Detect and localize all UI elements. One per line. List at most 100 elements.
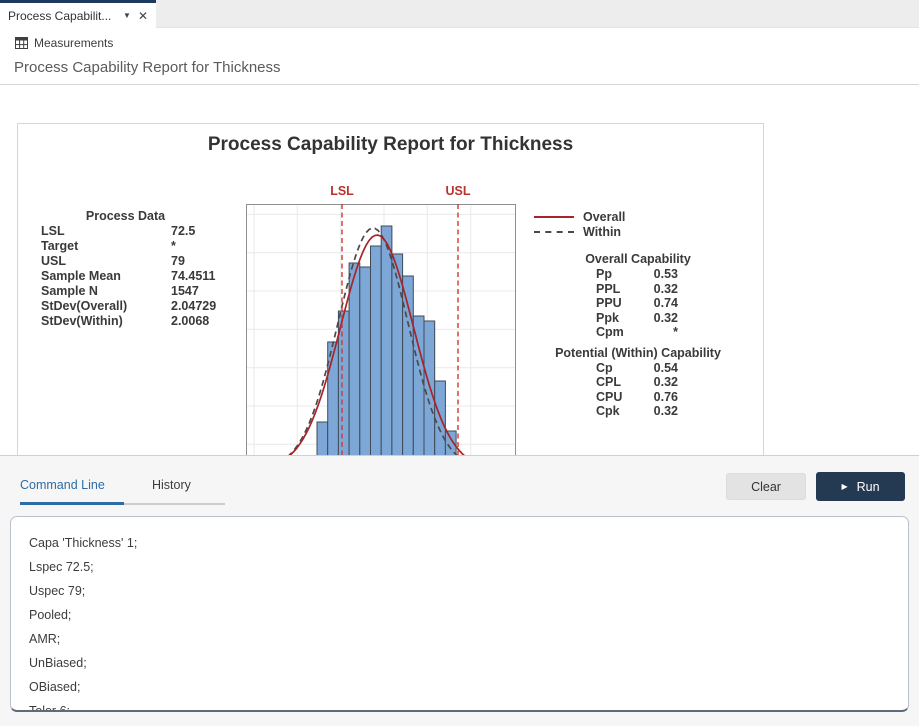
histogram-bar xyxy=(381,226,392,455)
overall-capability-header: Overall Capability xyxy=(518,252,758,267)
command-line-text: Capa 'Thickness' 1; xyxy=(29,531,908,555)
command-line-text: AMR; xyxy=(29,627,908,651)
tab-history[interactable]: History xyxy=(152,478,191,492)
within-capability-rows: Cp 0.54CPL0.32CPU 0.76 Cpk 0.32 xyxy=(518,361,758,419)
overall-capability-rows: Pp 0.53 PPL 0.32 PPU 0.74 Ppk 0.32 Cpm * xyxy=(518,267,758,340)
process-data-value: * xyxy=(171,239,176,254)
tab-underline-track xyxy=(124,503,225,505)
output-tab[interactable]: Process Capabilit... ▼ ✕ xyxy=(0,0,156,28)
process-data-row: LSL72.5 xyxy=(18,224,233,239)
process-data-value: 2.0068 xyxy=(171,314,209,329)
capability-row: PPU 0.74 xyxy=(518,296,758,311)
legend-item: Within xyxy=(534,224,625,239)
play-icon: ▶ xyxy=(841,483,847,491)
process-data-row: USL79 xyxy=(18,254,233,269)
process-data-label: StDev(Within) xyxy=(41,314,171,329)
command-line-text: Toler 6; xyxy=(29,699,908,712)
legend-label: Overall xyxy=(583,210,625,224)
process-data-label: Sample Mean xyxy=(41,269,171,284)
capability-stat-label: Cpm xyxy=(596,325,624,340)
histogram-bar xyxy=(413,316,424,455)
histogram-bar xyxy=(338,311,349,455)
capability-stats-panel: Overall Capability Pp0.53PPL0.32PPU0.74P… xyxy=(518,252,758,419)
capability-row: CPL0.32 xyxy=(518,375,758,390)
process-data-header: Process Data xyxy=(18,209,233,224)
chart-legend: OverallWithin xyxy=(534,209,625,239)
legend-item: Overall xyxy=(534,209,625,224)
dataset-label: Measurements xyxy=(34,36,113,50)
process-data-rows: LSL72.5Target*USL79Sample Mean74.4511Sam… xyxy=(18,224,233,329)
capability-row: PPL 0.32 xyxy=(518,282,758,297)
chevron-down-icon[interactable]: ▼ xyxy=(123,12,131,20)
command-line-text: Uspec 79; xyxy=(29,579,908,603)
command-lines: Capa 'Thickness' 1;Lspec 72.5;Uspec 79;P… xyxy=(29,531,908,712)
command-editor[interactable]: Capa 'Thickness' 1;Lspec 72.5;Uspec 79;P… xyxy=(10,516,909,712)
close-icon[interactable]: ✕ xyxy=(138,10,148,22)
process-data-label: LSL xyxy=(41,224,171,239)
capability-stat-label: Ppk xyxy=(596,311,619,326)
table-grid-icon xyxy=(15,37,28,49)
capability-stat-label: CPL xyxy=(596,375,621,390)
legend-items: OverallWithin xyxy=(534,209,625,239)
process-data-value: 74.4511 xyxy=(171,269,216,284)
process-data-label: Target xyxy=(41,239,171,254)
capability-row: Cpm * xyxy=(518,325,758,340)
command-line-text: OBiased; xyxy=(29,675,908,699)
histogram-bar xyxy=(360,267,371,455)
capability-row: Pp 0.53 xyxy=(518,267,758,282)
output-tab-title: Process Capabilit... xyxy=(8,9,116,23)
legend-line-sample-within xyxy=(534,231,574,233)
command-line-text: Lspec 72.5; xyxy=(29,555,908,579)
process-data-label: Sample N xyxy=(41,284,171,299)
process-data-row: Sample N1547 xyxy=(18,284,233,299)
run-button-label: Run xyxy=(857,480,880,494)
process-data-value: 72.5 xyxy=(171,224,195,239)
capability-stat-label: PPL xyxy=(596,282,620,297)
process-data-row: StDev(Overall)2.04729 xyxy=(18,299,233,314)
capability-stat-value: 0.53 xyxy=(636,267,678,282)
command-line-text: Pooled; xyxy=(29,603,908,627)
capability-graph-card[interactable]: Process Capability Report for Thickness … xyxy=(17,123,764,455)
capability-stat-value: 0.32 xyxy=(636,404,678,419)
clear-button[interactable]: Clear xyxy=(726,473,806,500)
capability-stat-label: CPU xyxy=(596,390,622,405)
histogram-bar xyxy=(328,342,339,455)
capability-stat-label: Pp xyxy=(596,267,612,282)
capability-row: Cpk 0.32 xyxy=(518,404,758,419)
tab-bar: Process Capabilit... ▼ ✕ xyxy=(0,0,919,28)
command-line-text: UnBiased; xyxy=(29,651,908,675)
chart-title: Process Capability Report for Thickness xyxy=(18,134,763,156)
histogram-bar xyxy=(349,263,360,455)
process-data-row: Sample Mean74.4511 xyxy=(18,269,233,284)
process-data-panel: Process Data LSL72.5Target*USL79Sample M… xyxy=(18,209,233,329)
active-tab-underline xyxy=(20,502,124,505)
capability-stat-value: * xyxy=(636,325,678,340)
process-data-label: StDev(Overall) xyxy=(41,299,171,314)
capability-stat-label: Cp xyxy=(596,361,613,376)
capability-row: CPU 0.76 xyxy=(518,390,758,405)
capability-stat-value: 0.76 xyxy=(636,390,678,405)
capability-stat-value: 0.32 xyxy=(636,282,678,297)
capability-stat-value: 0.32 xyxy=(636,311,678,326)
histogram-bar xyxy=(317,422,328,455)
histogram-bar xyxy=(371,246,382,455)
histogram-plot[interactable] xyxy=(246,204,516,455)
capability-stat-label: PPU xyxy=(596,296,622,311)
capability-stat-value: 0.74 xyxy=(636,296,678,311)
tab-command-line[interactable]: Command Line xyxy=(20,478,105,492)
legend-label: Within xyxy=(583,225,621,239)
histogram-bar xyxy=(392,254,403,455)
dataset-link[interactable]: Measurements xyxy=(15,36,113,50)
capability-stat-label: Cpk xyxy=(596,404,620,419)
capability-row: Cp 0.54 xyxy=(518,361,758,376)
lsl-label: LSL xyxy=(330,184,354,198)
capability-row: Ppk 0.32 xyxy=(518,311,758,326)
command-panel: Command Line History Clear ▶ Run Capa 'T… xyxy=(0,455,919,726)
within-capability-header: Potential (Within) Capability xyxy=(518,346,758,361)
process-data-value: 1547 xyxy=(171,284,199,299)
run-button[interactable]: ▶ Run xyxy=(816,472,905,501)
capability-stat-value: 0.54 xyxy=(636,361,678,376)
process-data-value: 2.04729 xyxy=(171,299,216,314)
process-data-value: 79 xyxy=(171,254,185,269)
page-title: Process Capability Report for Thickness xyxy=(14,59,281,76)
